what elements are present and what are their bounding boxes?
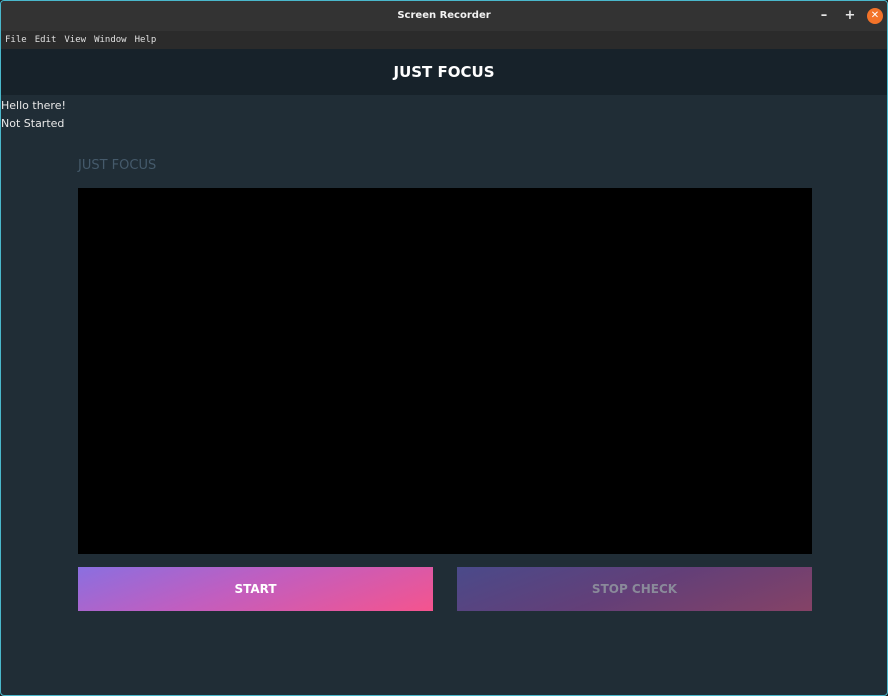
menu-edit[interactable]: Edit [31, 35, 61, 45]
stop-check-button[interactable]: STOP CHECK [457, 567, 812, 611]
maximize-icon[interactable]: + [842, 8, 858, 24]
status-text: Not Started [1, 117, 65, 130]
close-icon[interactable]: ✕ [867, 8, 883, 24]
start-button[interactable]: START [78, 567, 433, 611]
menu-help[interactable]: Help [131, 35, 161, 45]
minimize-icon[interactable]: – [816, 8, 832, 24]
section-title: JUST FOCUS [78, 158, 157, 173]
video-preview [78, 188, 812, 554]
menu-window[interactable]: Window [90, 35, 131, 45]
window-title: Screen Recorder [397, 10, 491, 21]
menu-view[interactable]: View [60, 35, 90, 45]
app-header-title: JUST FOCUS [393, 63, 495, 81]
greeting-text: Hello there! [1, 99, 66, 112]
app-header: JUST FOCUS [1, 49, 887, 95]
menu-file[interactable]: File [1, 35, 31, 45]
menu-bar: File Edit View Window Help [1, 31, 887, 49]
app-window: Screen Recorder – + ✕ File Edit View Win… [0, 0, 888, 696]
title-bar[interactable]: Screen Recorder – + ✕ [1, 1, 887, 31]
